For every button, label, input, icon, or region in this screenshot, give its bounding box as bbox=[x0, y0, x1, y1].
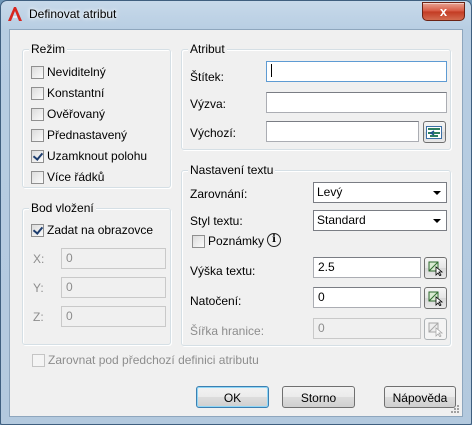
info-icon[interactable]: i bbox=[267, 233, 281, 247]
lock-position-checkbox[interactable]: Uzamknout polohu bbox=[31, 148, 147, 164]
pick-point-icon bbox=[428, 322, 443, 337]
chevron-down-icon bbox=[433, 191, 441, 195]
help-button[interactable]: Nápověda bbox=[384, 386, 456, 408]
insert-field-button[interactable] bbox=[423, 121, 446, 143]
justification-value: Levý bbox=[317, 185, 343, 199]
constant-checkbox[interactable]: Konstantní bbox=[31, 85, 104, 101]
dialog-client-area: Režim Neviditelný Konstantní Ověřovaný P… bbox=[9, 29, 463, 417]
default-label: Výchozí: bbox=[190, 126, 237, 140]
rotation-input[interactable]: 0 bbox=[313, 287, 421, 308]
dialog-window: Definovat atribut x Režim Neviditelný Ko… bbox=[0, 0, 472, 425]
pick-point-icon bbox=[428, 291, 443, 306]
text-style-select[interactable]: Standard bbox=[313, 210, 447, 231]
title-bar[interactable]: Definovat atribut x bbox=[1, 1, 471, 29]
boundary-width-input[interactable]: 0 bbox=[313, 318, 421, 339]
mode-legend: Režim bbox=[29, 42, 68, 56]
pick-rotation-button[interactable] bbox=[424, 287, 447, 309]
y-label: Y: bbox=[33, 281, 44, 295]
multiple-lines-checkbox-box[interactable] bbox=[31, 170, 44, 184]
close-icon: x bbox=[439, 4, 448, 19]
annotative-checkbox-box[interactable] bbox=[192, 234, 205, 248]
insert-field-icon bbox=[426, 125, 442, 139]
autocad-logo-icon bbox=[8, 7, 22, 21]
justification-label: Zarovnání: bbox=[190, 187, 248, 201]
lock-position-label: Uzamknout polohu bbox=[47, 149, 148, 163]
z-label: Z: bbox=[33, 310, 44, 324]
y-input[interactable]: 0 bbox=[61, 277, 166, 298]
tag-label: Štítek: bbox=[190, 70, 225, 84]
justification-select[interactable]: Levý bbox=[313, 182, 447, 203]
text-style-value: Standard bbox=[317, 213, 366, 227]
verify-checkbox[interactable]: Ověřovaný bbox=[31, 106, 105, 122]
pick-point-icon bbox=[428, 261, 443, 276]
default-input[interactable] bbox=[266, 121, 419, 142]
annotative-checkbox[interactable]: Poznámky bbox=[192, 233, 264, 249]
rotation-label: Natočení: bbox=[190, 294, 242, 308]
mode-group: Režim Neviditelný Konstantní Ověřovaný P… bbox=[22, 42, 171, 188]
text-settings-legend: Nastavení textu bbox=[188, 163, 276, 177]
align-below-checkbox[interactable]: Zarovnat pod předchozí definici atributu bbox=[32, 352, 259, 368]
resize-grip-icon[interactable] bbox=[449, 403, 460, 414]
close-button[interactable]: x bbox=[422, 2, 465, 21]
window-title: Definovat atribut bbox=[29, 7, 117, 21]
verify-label: Ověřovaný bbox=[47, 107, 106, 121]
x-label: X: bbox=[33, 252, 45, 266]
chevron-down-icon bbox=[433, 219, 441, 223]
multiple-lines-checkbox[interactable]: Více řádků bbox=[31, 169, 104, 185]
text-style-label: Styl textu: bbox=[190, 214, 243, 228]
text-caret bbox=[271, 64, 272, 77]
attribute-group: Atribut Štítek: Výzva: Výchozí: bbox=[181, 42, 451, 150]
cancel-button[interactable]: Storno bbox=[282, 386, 355, 408]
specify-on-screen-checkbox[interactable]: Zadat na obrazovce bbox=[31, 222, 153, 238]
align-below-checkbox-box[interactable] bbox=[32, 353, 45, 367]
text-height-input[interactable]: 2.5 bbox=[313, 257, 421, 278]
insertion-legend: Bod vložení bbox=[29, 201, 96, 215]
attribute-legend: Atribut bbox=[188, 42, 227, 56]
specify-on-screen-label: Zadat na obrazovce bbox=[47, 223, 154, 237]
invisible-label: Neviditelný bbox=[47, 65, 106, 79]
text-settings-group: Nastavení textu Zarovnání: Levý Styl tex… bbox=[181, 163, 451, 346]
constant-checkbox-box[interactable] bbox=[31, 86, 44, 100]
constant-label: Konstantní bbox=[47, 86, 105, 100]
pick-height-button[interactable] bbox=[424, 257, 447, 279]
pick-boundary-button[interactable] bbox=[424, 318, 447, 340]
prompt-label: Výzva: bbox=[190, 97, 227, 111]
preset-checkbox[interactable]: Přednastavený bbox=[31, 127, 127, 143]
align-below-label: Zarovnat pod předchozí definici atributu bbox=[48, 353, 259, 367]
ok-button[interactable]: OK bbox=[196, 386, 269, 408]
prompt-input[interactable] bbox=[266, 92, 447, 113]
multiple-lines-label: Více řádků bbox=[47, 170, 105, 184]
preset-label: Přednastavený bbox=[47, 128, 128, 142]
z-input[interactable]: 0 bbox=[61, 306, 166, 327]
boundary-width-label: Šířka hranice: bbox=[190, 324, 265, 338]
verify-checkbox-box[interactable] bbox=[31, 107, 44, 121]
specify-on-screen-checkbox-box[interactable] bbox=[31, 223, 44, 237]
text-height-label: Výška textu: bbox=[190, 264, 256, 278]
preset-checkbox-box[interactable] bbox=[31, 128, 44, 142]
invisible-checkbox-box[interactable] bbox=[31, 65, 44, 79]
lock-position-checkbox-box[interactable] bbox=[31, 149, 44, 163]
tag-input[interactable] bbox=[266, 61, 447, 82]
x-input[interactable]: 0 bbox=[61, 248, 166, 269]
invisible-checkbox[interactable]: Neviditelný bbox=[31, 64, 106, 80]
annotative-label: Poznámky bbox=[208, 234, 265, 248]
insertion-point-group: Bod vložení Zadat na obrazovce X: 0 Y: 0… bbox=[22, 201, 171, 345]
